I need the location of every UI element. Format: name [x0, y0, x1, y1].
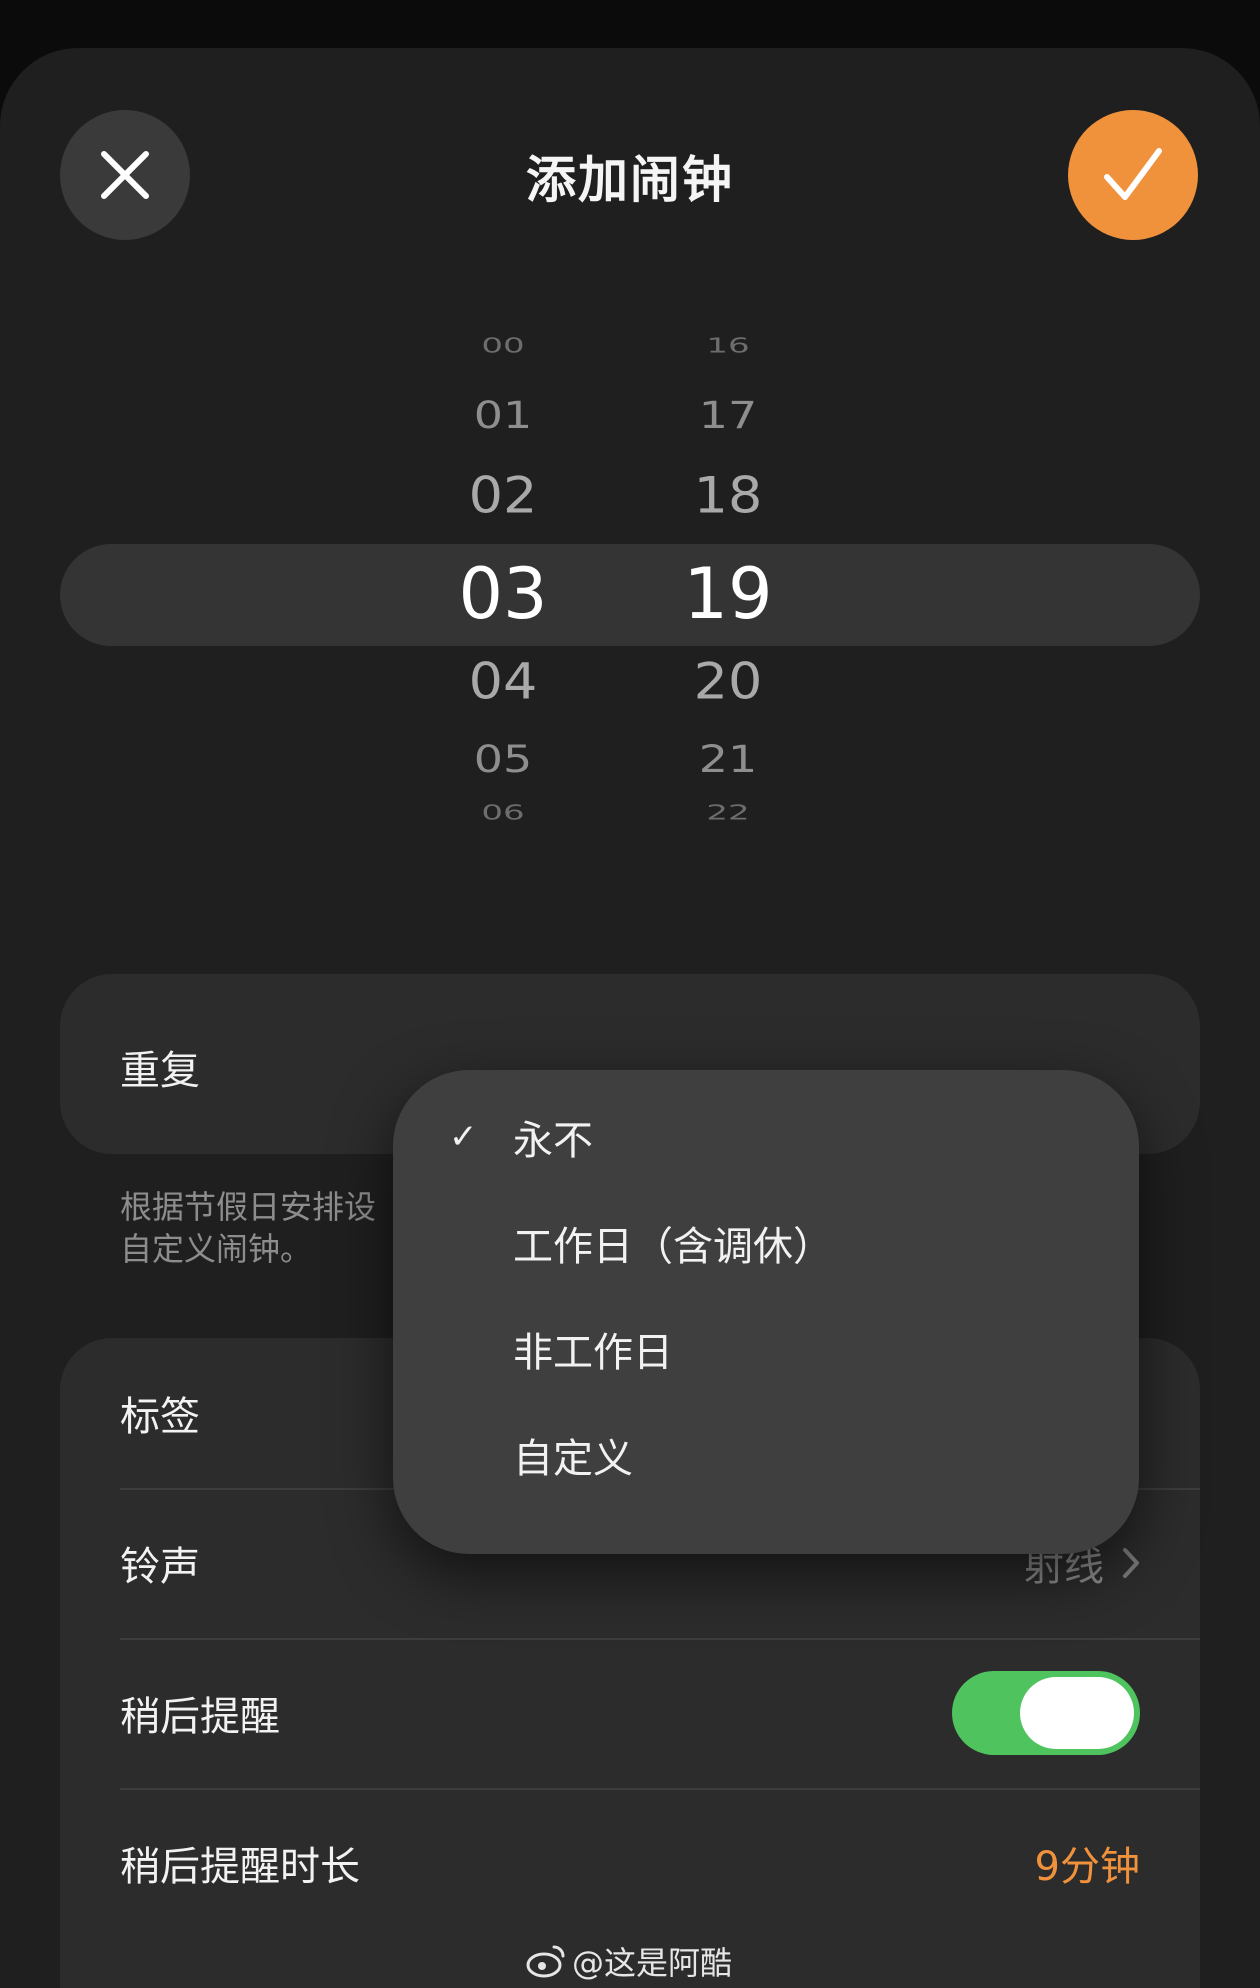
minute-option[interactable]: 18 — [643, 466, 813, 525]
toggle-knob — [1020, 1677, 1134, 1749]
menu-item-label: 永不 — [513, 1118, 593, 1164]
minute-option[interactable]: 17 — [643, 393, 813, 437]
checkmark-icon — [1104, 148, 1162, 200]
hour-wheel[interactable]: 00 01 02 03 04 05 06 — [418, 48, 588, 1048]
label-label: 标签 — [120, 1394, 200, 1440]
add-alarm-sheet: 添加闹钟 00 01 02 03 04 05 06 16 17 18 19 20… — [0, 48, 1260, 1988]
snooze-label: 稍后提醒 — [120, 1694, 280, 1740]
selected-hour[interactable]: 03 — [418, 553, 588, 635]
minute-option[interactable]: 21 — [643, 737, 813, 781]
ringtone-label: 铃声 — [120, 1544, 200, 1590]
minute-option[interactable]: 16 — [643, 334, 813, 358]
snooze-toggle[interactable] — [952, 1671, 1140, 1755]
picker-selection-band — [60, 544, 1200, 646]
repeat-dropdown-menu: ✓ 永不 工作日（含调休） 非工作日 自定义 — [393, 1070, 1139, 1554]
snooze-duration-row[interactable]: 稍后提醒时长 9分钟 — [60, 1788, 1200, 1938]
confirm-button[interactable] — [1068, 110, 1198, 240]
hour-option[interactable]: 05 — [418, 737, 588, 781]
snooze-row: 稍后提醒 — [60, 1638, 1200, 1788]
menu-item-workdays[interactable]: 工作日（含调休） — [393, 1190, 1139, 1296]
selected-minute[interactable]: 19 — [643, 553, 813, 635]
watermark: @这是阿酷 — [526, 1938, 732, 1984]
watermark-text: @这是阿酷 — [572, 1944, 733, 1982]
hour-option[interactable]: 01 — [418, 393, 588, 437]
minute-option[interactable]: 20 — [643, 652, 813, 711]
menu-item-non-workdays[interactable]: 非工作日 — [393, 1296, 1139, 1402]
menu-item-never[interactable]: ✓ 永不 — [393, 1084, 1139, 1190]
repeat-label: 重复 — [120, 1048, 200, 1094]
chevron-right-icon — [1123, 1548, 1139, 1578]
weibo-logo-icon — [526, 1945, 565, 1978]
menu-item-label: 自定义 — [513, 1436, 633, 1482]
menu-item-label: 非工作日 — [513, 1330, 673, 1376]
checkmark-icon: ✓ — [449, 1117, 478, 1157]
minute-option[interactable]: 22 — [643, 801, 813, 825]
menu-item-label: 工作日（含调休） — [513, 1224, 833, 1270]
hour-option[interactable]: 02 — [418, 466, 588, 525]
snooze-duration-label: 稍后提醒时长 — [120, 1844, 360, 1890]
snooze-duration-value: 9分钟 — [1034, 1844, 1140, 1890]
hour-option[interactable]: 00 — [418, 334, 588, 358]
minute-wheel[interactable]: 16 17 18 19 20 21 22 — [643, 48, 813, 1048]
menu-item-custom[interactable]: 自定义 — [393, 1402, 1139, 1508]
hour-option[interactable]: 06 — [418, 801, 588, 825]
hour-option[interactable]: 04 — [418, 652, 588, 711]
